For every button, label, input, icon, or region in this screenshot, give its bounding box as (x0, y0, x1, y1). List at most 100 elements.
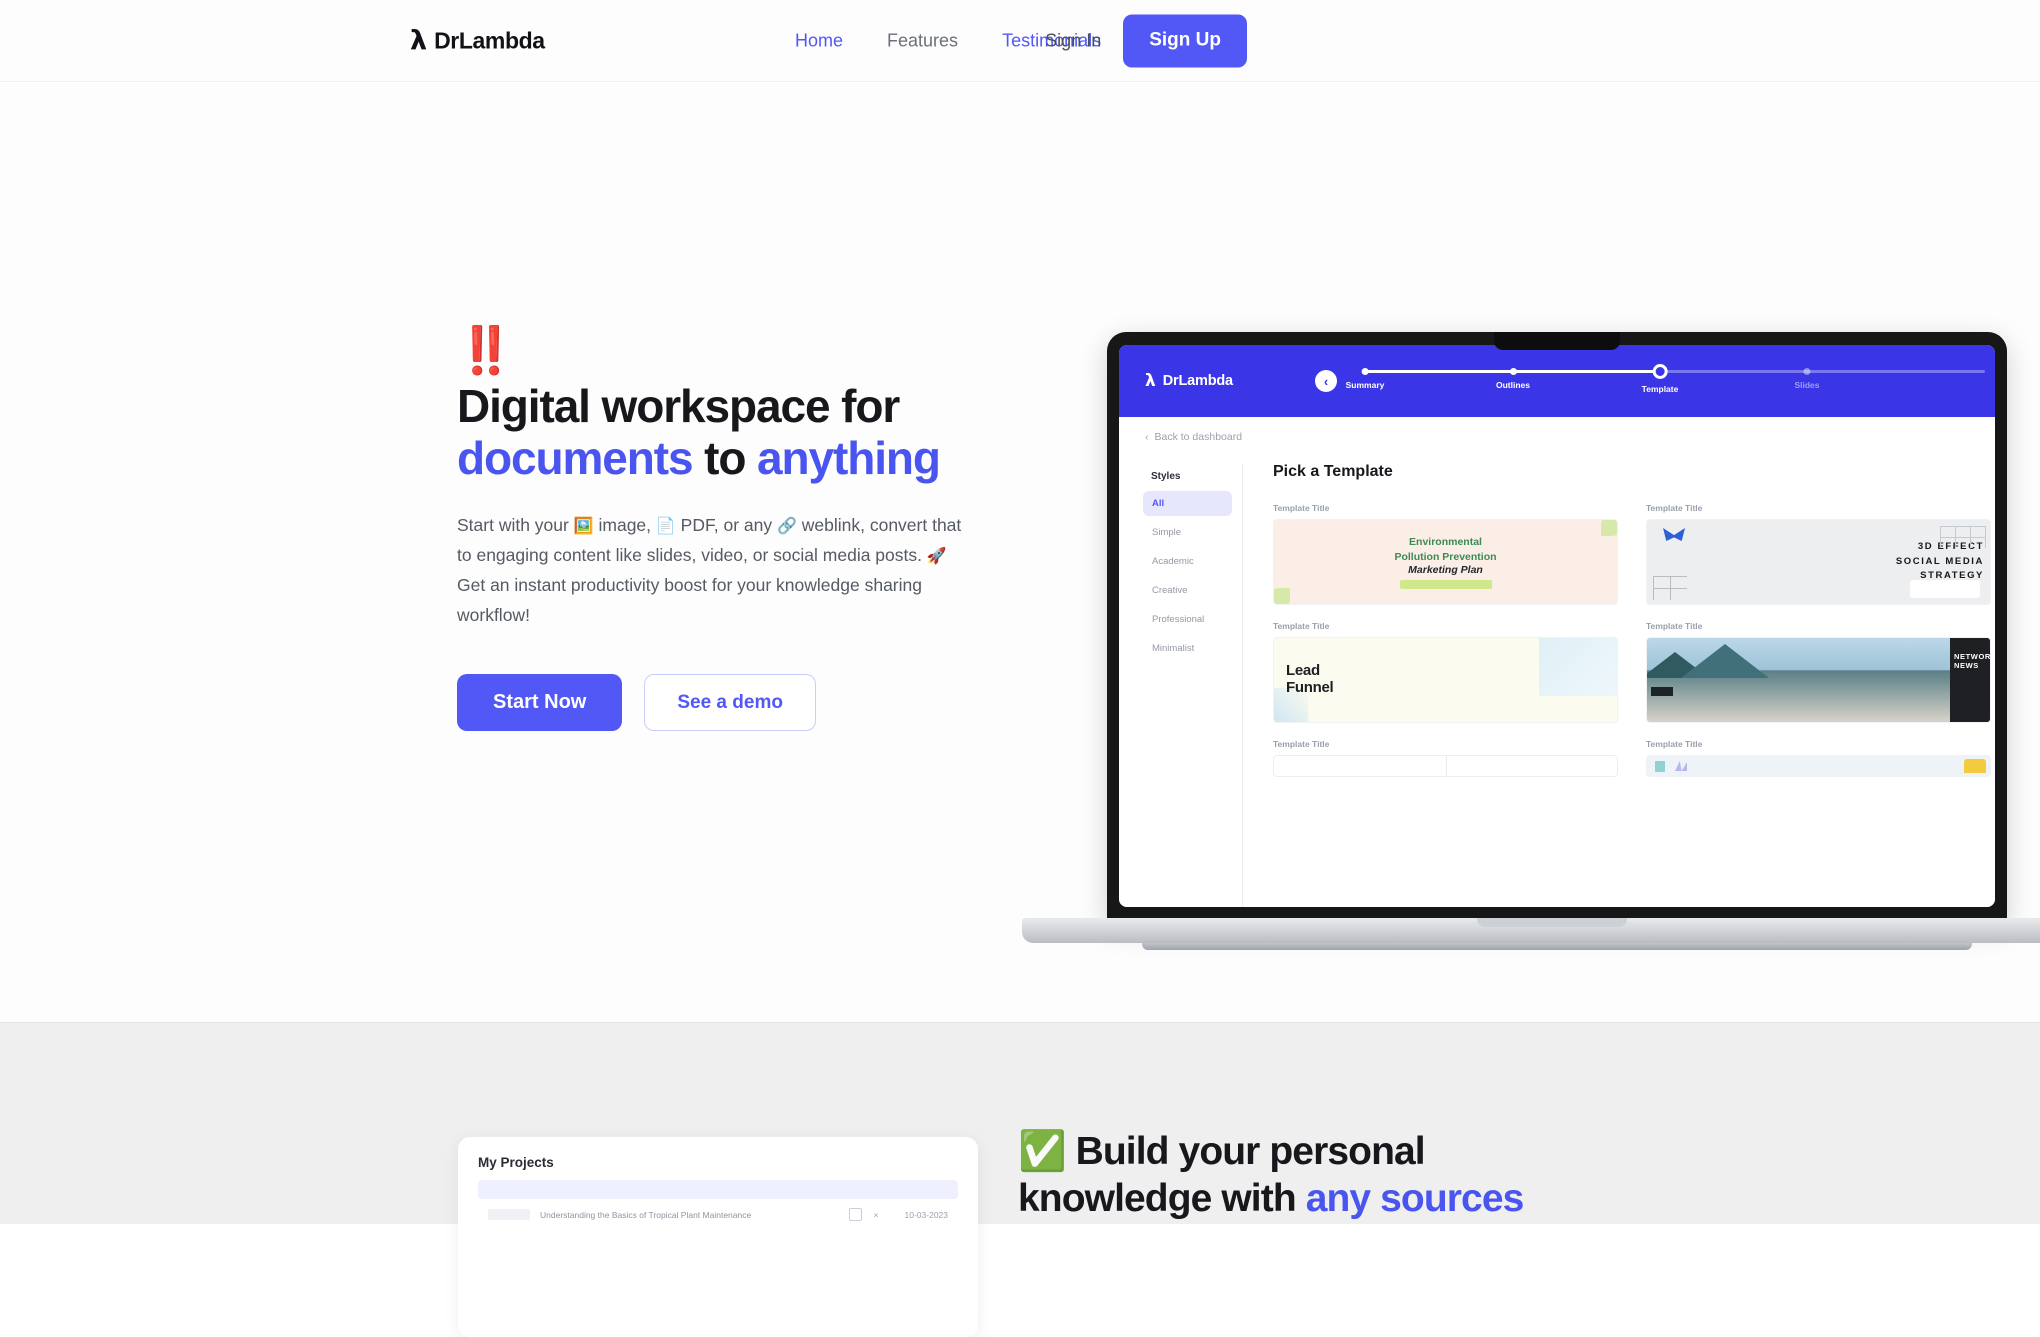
start-now-button[interactable]: Start Now (457, 674, 623, 732)
project-name: Understanding the Basics of Tropical Pla… (540, 1209, 752, 1220)
tpl-panel-line1: NETWORK (1954, 652, 1991, 661)
laptop-screen: λ DrLambda ‹ Summary Outlines Template S… (1119, 345, 1995, 907)
sign-up-button[interactable]: Sign Up (1123, 14, 1247, 67)
duplicate-icon[interactable] (849, 1208, 862, 1221)
template-label: Template Title (1646, 503, 1703, 513)
laptop-mockup: λ DrLambda ‹ Summary Outlines Template S… (1022, 332, 2040, 960)
template-card-environmental[interactable]: Template Title Environmental Pollution P… (1273, 503, 1618, 605)
step-label: Slides (1794, 380, 1820, 390)
template-thumbnail: Environmental Pollution Prevention Marke… (1273, 519, 1618, 605)
chart-icon (1675, 761, 1687, 771)
grid-decoration (1940, 526, 1986, 548)
template-thumbnail: 3D EFFECT SOCIAL MEDIA STRATEGY (1646, 519, 1991, 605)
site-header: λ DrLambda Home Features Testimonials Pr… (0, 0, 2040, 82)
sidebar-item-creative[interactable]: Creative (1143, 578, 1232, 603)
leaf-icon (1274, 588, 1290, 604)
table-row[interactable]: Understanding the Basics of Tropical Pla… (478, 1199, 958, 1221)
rocket-icon: 🚀 (926, 546, 947, 566)
step-slides[interactable]: Slides (1794, 361, 1820, 390)
section2-title-highlight: any sources (1305, 1176, 1525, 1220)
nav-item-features[interactable]: Features (887, 30, 958, 51)
template-thumbnail (1273, 755, 1618, 777)
step-dot (1509, 368, 1517, 375)
templates-area: Pick a Template Template Title Environme… (1243, 463, 1995, 907)
sidebar-item-academic[interactable]: Academic (1143, 549, 1232, 574)
tpl-title-1: Lead (1286, 662, 1320, 680)
chevron-left-icon: ‹ (1145, 431, 1149, 443)
laptop-base-notch (1477, 918, 1627, 927)
tpl-side-panel: NETWORK NEWS (1950, 638, 1990, 722)
mountain-shape (1681, 644, 1769, 678)
styles-sidebar: Styles All Simple Academic Creative Prof… (1143, 463, 1243, 907)
tpl-panel-line2: NEWS (1954, 661, 1979, 670)
step-template[interactable]: Template (1642, 361, 1678, 394)
brand-logo[interactable]: λ DrLambda (410, 27, 545, 54)
sidebar-item-minimalist[interactable]: Minimalist (1143, 636, 1232, 661)
app-back-icon[interactable]: ‹ (1315, 370, 1337, 392)
template-label: Template Title (1273, 503, 1330, 513)
my-projects-card: My Projects Understanding the Basics of … (458, 1137, 978, 1337)
progress-stepper: Summary Outlines Template Slides (1346, 361, 1985, 401)
step-outlines[interactable]: Outlines (1496, 361, 1530, 390)
sidebar-item-all[interactable]: All (1143, 491, 1232, 516)
template-card-mountain[interactable]: Template Title NETWORK NEWS (1646, 621, 1991, 723)
grid-decoration (1653, 576, 1687, 600)
book-icon (1655, 760, 1665, 772)
leaf-icon (1601, 520, 1617, 536)
hero-title-line1: Digital workspace for (457, 380, 900, 432)
sign-in-link[interactable]: Sign In (1037, 26, 1109, 55)
app-lambda-icon: λ (1145, 371, 1156, 391)
sidebar-item-professional[interactable]: Professional (1143, 607, 1232, 632)
hero-title-anything: anything (757, 431, 941, 484)
app-body: ‹ Back to dashboard Styles All Simple Ac… (1119, 417, 1995, 907)
tpl-accent-bar (1399, 579, 1492, 589)
hero-title-documents: documents (457, 431, 694, 484)
link-icon: 🔗 (776, 515, 797, 535)
template-thumbnail: Lead Funnel (1273, 637, 1618, 723)
template-card-3d-effect[interactable]: Template Title 3D EFFECT SOCIAL (1646, 503, 1991, 605)
hero-desc-part1: Start with your (457, 514, 574, 535)
delete-icon[interactable]: × (872, 1210, 880, 1220)
app-content: Styles All Simple Academic Creative Prof… (1119, 417, 1995, 907)
hero-title-to: to (692, 431, 758, 484)
pdf-icon: 📄 (655, 515, 676, 535)
laptop-notch (1494, 332, 1620, 350)
template-card-icons[interactable]: Template Title (1646, 739, 1991, 777)
lambda-icon: λ (410, 25, 428, 56)
hero-desc-part5: Get an instant productivity boost for yo… (457, 575, 922, 626)
template-label: Template Title (1646, 739, 1703, 749)
tpl-title-2: SOCIAL MEDIA (1895, 555, 1984, 567)
butterfly-icon (1663, 528, 1685, 541)
template-label: Template Title (1273, 739, 1330, 749)
my-projects-title: My Projects (478, 1155, 554, 1170)
laptop-base (1022, 918, 2040, 943)
styles-title: Styles (1151, 471, 1181, 482)
step-dot-active (1652, 364, 1668, 379)
project-date: 10-03-2023 (904, 1209, 948, 1220)
back-to-dashboard-label: Back to dashboard (1154, 431, 1243, 443)
template-card-lead-funnel[interactable]: Template Title Lead Funnel (1273, 621, 1618, 723)
section2-title: ✅ Build your personal knowledge with any… (1018, 1129, 1678, 1223)
section2-title-part1: Build your personal (1065, 1130, 1426, 1173)
laptop-foot (1142, 943, 1972, 950)
check-mark-icon: ✅ (1018, 1129, 1067, 1174)
hero-desc-part2: image, (593, 514, 656, 535)
template-card-document[interactable]: Template Title (1273, 739, 1618, 777)
double-exclamation-icon: ‼️ (457, 323, 515, 377)
hero-copy: ‼️ Digital workspace for documents to an… (457, 323, 997, 732)
app-brand: λ DrLambda (1145, 371, 1233, 391)
see-demo-button[interactable]: See a demo (644, 674, 816, 732)
tpl-caption-chip (1910, 580, 1980, 598)
knowledge-section: My Projects Understanding the Basics of … (0, 1022, 2040, 1337)
laptop-lid: λ DrLambda ‹ Summary Outlines Template S… (1107, 332, 2007, 922)
template-label: Template Title (1273, 621, 1330, 631)
sidebar-item-simple[interactable]: Simple (1143, 520, 1232, 545)
hero-description: Start with your 🖼️ image, 📄 PDF, or any … (457, 510, 967, 630)
section2-title-part2: knowledge with (1018, 1176, 1306, 1220)
back-to-dashboard-link[interactable]: ‹ Back to dashboard (1145, 431, 1242, 443)
brand-name: DrLambda (434, 27, 545, 53)
step-summary[interactable]: Summary (1346, 361, 1384, 390)
gradient-decoration (1539, 638, 1617, 696)
template-label: Template Title (1646, 621, 1703, 631)
nav-item-home[interactable]: Home (795, 30, 843, 51)
